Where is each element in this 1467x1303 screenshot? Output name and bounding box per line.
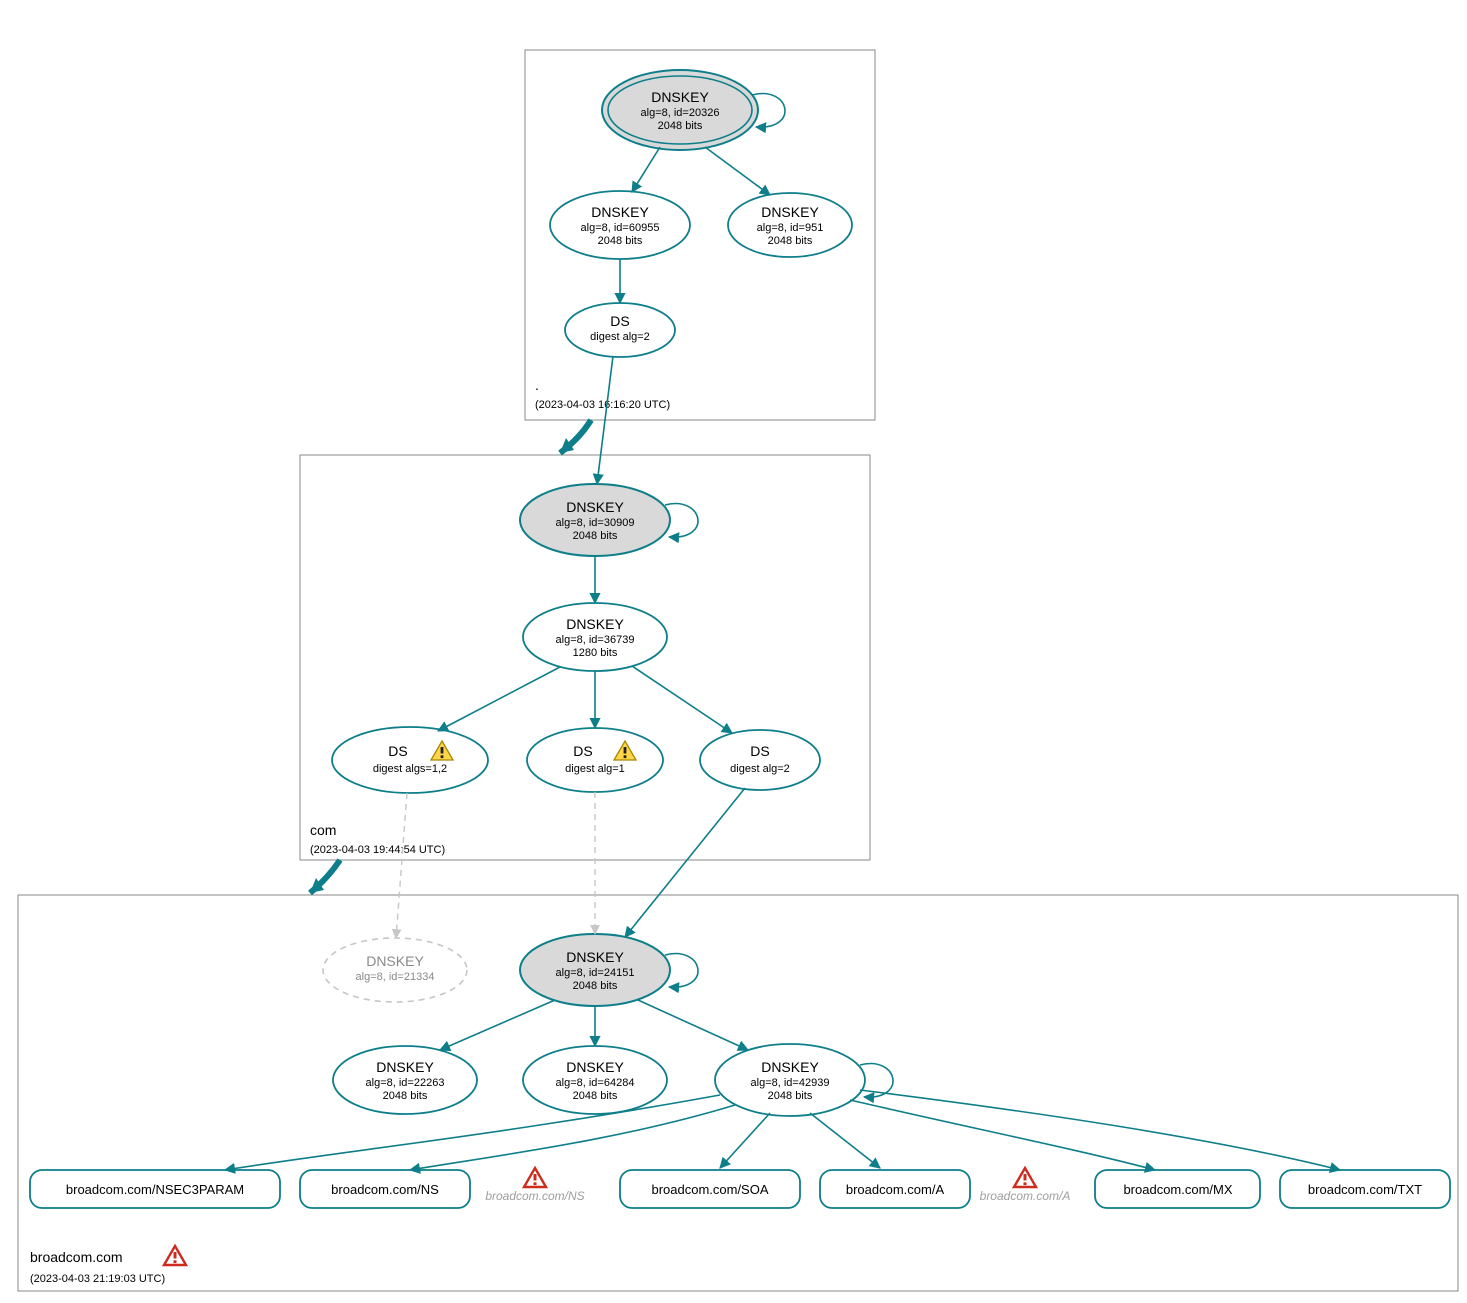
edge	[632, 666, 732, 733]
edge	[705, 147, 770, 195]
edge	[632, 147, 660, 192]
svg-text:DNSKEY: DNSKEY	[651, 89, 709, 105]
edge	[850, 1100, 1155, 1170]
node-root-zsk-951[interactable]: DNSKEY alg=8, id=951 2048 bits	[728, 193, 852, 257]
svg-text:alg=8, id=21334: alg=8, id=21334	[356, 971, 435, 983]
rrset-a-ghost: broadcom.com/A	[980, 1189, 1071, 1203]
svg-text:alg=8, id=60955: alg=8, id=60955	[581, 222, 660, 234]
svg-text:1280 bits: 1280 bits	[573, 647, 618, 659]
svg-text:broadcom.com/TXT: broadcom.com/TXT	[1308, 1182, 1422, 1197]
node-broadcom-ksk[interactable]: DNSKEY alg=8, id=24151 2048 bits	[520, 934, 670, 1006]
svg-text:alg=8, id=24151: alg=8, id=24151	[556, 967, 635, 979]
svg-text:2048 bits: 2048 bits	[573, 980, 618, 992]
svg-text:broadcom.com/SOA: broadcom.com/SOA	[651, 1182, 768, 1197]
svg-text:alg=8, id=36739: alg=8, id=36739	[556, 634, 635, 646]
node-root-zsk-60955[interactable]: DNSKEY alg=8, id=60955 2048 bits	[550, 191, 690, 259]
edge	[720, 1113, 770, 1168]
svg-text:digest alg=2: digest alg=2	[730, 763, 790, 775]
node-com-ds1[interactable]: DS digest algs=1,2	[332, 727, 488, 793]
svg-text:alg=8, id=64284: alg=8, id=64284	[556, 1077, 635, 1089]
zone-broadcom-ts: (2023-04-03 21:19:03 UTC)	[30, 1273, 165, 1285]
zone-com-ts: (2023-04-03 19:44:54 UTC)	[310, 844, 445, 856]
svg-text:2048 bits: 2048 bits	[383, 1090, 428, 1102]
svg-text:DNSKEY: DNSKEY	[566, 1059, 624, 1075]
edge	[225, 1095, 720, 1170]
svg-text:broadcom.com/NSEC3PARAM: broadcom.com/NSEC3PARAM	[66, 1182, 244, 1197]
node-broadcom-ghost-key[interactable]: DNSKEY alg=8, id=21334	[323, 938, 467, 1002]
edge	[625, 788, 745, 937]
node-root-ds[interactable]: DS digest alg=2	[565, 303, 675, 357]
svg-text:2048 bits: 2048 bits	[658, 120, 703, 132]
edge	[440, 1000, 555, 1050]
rrset-nsec3param[interactable]: broadcom.com/NSEC3PARAM	[30, 1170, 280, 1208]
zone-com-label: com	[310, 822, 336, 838]
node-broadcom-zsk-22263[interactable]: DNSKEY alg=8, id=22263 2048 bits	[333, 1046, 477, 1114]
svg-text:2048 bits: 2048 bits	[598, 235, 643, 247]
svg-text:digest alg=1: digest alg=1	[565, 763, 625, 775]
svg-text:alg=8, id=30909: alg=8, id=30909	[556, 517, 635, 529]
svg-text:DNSKEY: DNSKEY	[761, 204, 819, 220]
svg-text:2048 bits: 2048 bits	[768, 1090, 813, 1102]
node-com-ksk[interactable]: DNSKEY alg=8, id=30909 2048 bits	[520, 484, 670, 556]
svg-text:DNSKEY: DNSKEY	[366, 953, 424, 969]
svg-text:alg=8, id=22263: alg=8, id=22263	[366, 1077, 445, 1089]
edge	[810, 1113, 880, 1168]
svg-text:broadcom.com/MX: broadcom.com/MX	[1123, 1182, 1232, 1197]
edge	[438, 667, 560, 731]
rrset-ns-ghost: broadcom.com/NS	[485, 1189, 584, 1203]
svg-text:alg=8, id=20326: alg=8, id=20326	[641, 107, 720, 119]
node-broadcom-zsk-64284[interactable]: DNSKEY alg=8, id=64284 2048 bits	[523, 1046, 667, 1114]
zone-broadcom-label: broadcom.com	[30, 1249, 123, 1265]
svg-text:DNSKEY: DNSKEY	[566, 616, 624, 632]
error-icon	[164, 1246, 186, 1265]
zone-root-label: .	[535, 377, 539, 393]
zone-root-ts: (2023-04-03 16:16:20 UTC)	[535, 399, 670, 411]
svg-text:2048 bits: 2048 bits	[573, 1090, 618, 1102]
error-icon	[524, 1168, 546, 1187]
svg-text:DS: DS	[388, 743, 407, 759]
error-icon	[1014, 1168, 1036, 1187]
rrset-a[interactable]: broadcom.com/A	[820, 1170, 970, 1208]
svg-text:DNSKEY: DNSKEY	[591, 204, 649, 220]
svg-text:broadcom.com/NS: broadcom.com/NS	[331, 1182, 439, 1197]
rrset-soa[interactable]: broadcom.com/SOA	[620, 1170, 800, 1208]
svg-text:DS: DS	[610, 313, 629, 329]
svg-text:broadcom.com/A: broadcom.com/A	[846, 1182, 945, 1197]
svg-text:DNSKEY: DNSKEY	[566, 499, 624, 515]
svg-text:DNSKEY: DNSKEY	[376, 1059, 434, 1075]
rrset-ns[interactable]: broadcom.com/NS	[300, 1170, 470, 1208]
svg-text:DNSKEY: DNSKEY	[761, 1059, 819, 1075]
node-root-ksk[interactable]: DNSKEY alg=8, id=20326 2048 bits	[602, 70, 758, 150]
svg-text:DS: DS	[750, 743, 769, 759]
svg-text:DS: DS	[573, 743, 592, 759]
svg-text:2048 bits: 2048 bits	[573, 530, 618, 542]
rrset-txt[interactable]: broadcom.com/TXT	[1280, 1170, 1450, 1208]
dnssec-graph: . (2023-04-03 16:16:20 UTC) com (2023-04…	[0, 0, 1467, 1303]
svg-text:DNSKEY: DNSKEY	[566, 949, 624, 965]
node-com-zsk[interactable]: DNSKEY alg=8, id=36739 1280 bits	[523, 603, 667, 671]
rrset-mx[interactable]: broadcom.com/MX	[1095, 1170, 1260, 1208]
node-com-ds3[interactable]: DS digest alg=2	[700, 730, 820, 790]
svg-text:alg=8, id=42939: alg=8, id=42939	[751, 1077, 830, 1089]
edge	[860, 1090, 1340, 1170]
edge	[638, 1000, 748, 1050]
svg-text:digest alg=2: digest alg=2	[590, 331, 650, 343]
edge-dashed	[396, 793, 407, 938]
node-com-ds2[interactable]: DS digest alg=1	[527, 728, 663, 792]
node-broadcom-zsk-42939[interactable]: DNSKEY alg=8, id=42939 2048 bits	[715, 1044, 865, 1116]
svg-text:digest algs=1,2: digest algs=1,2	[373, 763, 447, 775]
svg-text:2048 bits: 2048 bits	[768, 235, 813, 247]
svg-text:alg=8, id=951: alg=8, id=951	[757, 222, 824, 234]
